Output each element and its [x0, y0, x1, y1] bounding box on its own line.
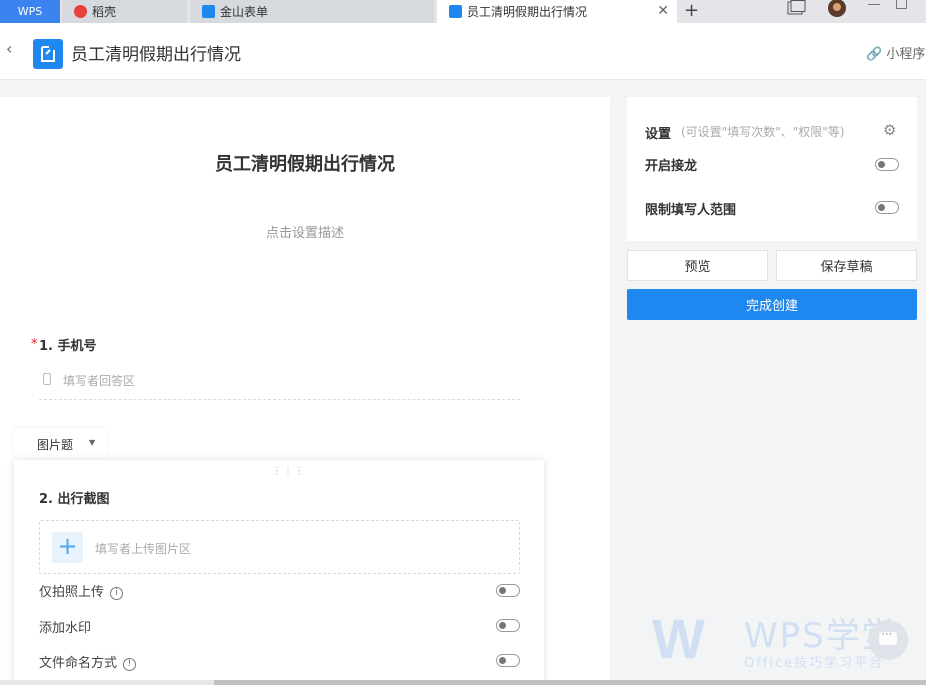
close-icon[interactable]: ✕	[657, 3, 669, 19]
avatar[interactable]	[826, 0, 848, 23]
camera-only-toggle[interactable]	[496, 584, 520, 597]
watermark-toggle[interactable]	[496, 619, 520, 632]
relay-label: 开启接龙	[645, 159, 698, 174]
gear-icon[interactable]: ⚙	[883, 121, 896, 139]
option-label: 文件命名方式	[39, 656, 118, 671]
mini-program-label: 小程序	[886, 47, 926, 62]
info-icon[interactable]: i	[110, 587, 124, 600]
forms-app-icon	[33, 39, 63, 69]
new-tab-button[interactable]: +	[684, 0, 699, 21]
option-camera-only: 仅拍照上传 i	[39, 581, 124, 600]
info-icon[interactable]: !	[123, 658, 137, 671]
restrict-label: 限制填写人范围	[645, 203, 737, 218]
horizontal-scrollbar[interactable]	[0, 680, 926, 685]
mini-program-link[interactable]: 🔗 小程序	[866, 43, 925, 62]
daoke-icon	[74, 5, 87, 18]
tab-wps[interactable]: WPS	[0, 0, 60, 23]
title-bar: WPS 稻壳 金山表单 员工清明假期出行情况 ✕ +	[0, 0, 926, 23]
tab-daoke[interactable]: 稻壳	[62, 0, 187, 23]
upload-placeholder: 填写者上传图片区	[95, 542, 192, 556]
question-2-card[interactable]: ⋮⋮⋮ 2. 出行截图 + 填写者上传图片区 仅拍照上传 i 添加水印 文件命名方…	[14, 460, 544, 685]
preview-button[interactable]: 预览	[627, 250, 768, 281]
settings-hint: (可设置"填写次数"、"权限"等)	[681, 125, 845, 139]
save-draft-button[interactable]: 保存草稿	[776, 250, 917, 281]
wps-logo-icon: W	[652, 607, 705, 670]
answer-placeholder: 填写者回答区	[63, 374, 136, 388]
chat-icon[interactable]	[868, 620, 908, 660]
minimize-icon[interactable]	[868, 4, 880, 5]
drag-handle-icon[interactable]: ⋮⋮⋮	[272, 466, 305, 477]
page-title: 员工清明假期出行情况	[71, 45, 241, 65]
tab-label: WPS	[17, 5, 43, 18]
forms-icon	[202, 5, 215, 18]
forms-icon	[449, 5, 462, 18]
option-label: 仅拍照上传	[39, 585, 105, 600]
scrollbar-thumb[interactable]	[214, 680, 926, 685]
tab-label: 稻壳	[92, 5, 117, 19]
option-label: 添加水印	[39, 621, 92, 636]
form-description[interactable]: 点击设置描述	[0, 222, 610, 241]
form-title[interactable]: 员工清明假期出行情况	[0, 150, 610, 176]
question-2-title[interactable]: 2. 出行截图	[39, 488, 110, 507]
required-mark: *	[31, 337, 38, 352]
tab-label: 金山表单	[220, 5, 269, 19]
complete-create-button[interactable]: 完成创建	[627, 289, 917, 320]
relay-toggle[interactable]	[875, 158, 899, 171]
page-header: ‹ 员工清明假期出行情况 🔗 小程序	[0, 23, 926, 80]
form-editor: 员工清明假期出行情况 点击设置描述 * 1. 手机号 填写者回答区 图片题 ▼ …	[0, 97, 610, 685]
settings-panel: 设置 (可设置"填写次数"、"权限"等) ⚙ 开启接龙 限制填写人范围	[627, 97, 917, 241]
file-naming-toggle[interactable]	[496, 654, 520, 667]
question-1-title[interactable]: 1. 手机号	[39, 335, 97, 354]
question-type-select[interactable]: 图片题 ▼	[14, 428, 107, 458]
back-icon[interactable]: ‹	[6, 39, 12, 58]
image-upload-area: + 填写者上传图片区	[39, 520, 520, 574]
settings-label: 设置	[645, 127, 672, 142]
link-icon: 🔗	[866, 47, 883, 62]
restrict-toggle[interactable]	[875, 201, 899, 214]
watermark-subtitle: Office技巧学习平台	[744, 656, 885, 671]
plus-icon: +	[52, 532, 83, 563]
question-1-answer-area: 填写者回答区	[39, 365, 520, 400]
option-watermark: 添加水印	[39, 617, 91, 636]
tab-jinshan-forms[interactable]: 金山表单	[190, 0, 434, 23]
tab-label: 员工清明假期出行情况	[467, 5, 588, 19]
maximize-icon[interactable]	[896, 0, 907, 9]
chevron-down-icon: ▼	[89, 438, 96, 447]
option-file-naming: 文件命名方式!	[39, 652, 137, 671]
phone-icon	[43, 373, 51, 385]
tab-active-form[interactable]: 员工清明假期出行情况 ✕	[437, 0, 677, 23]
question-type-label: 图片题	[37, 438, 74, 452]
window-switch-icon[interactable]	[786, 0, 806, 23]
